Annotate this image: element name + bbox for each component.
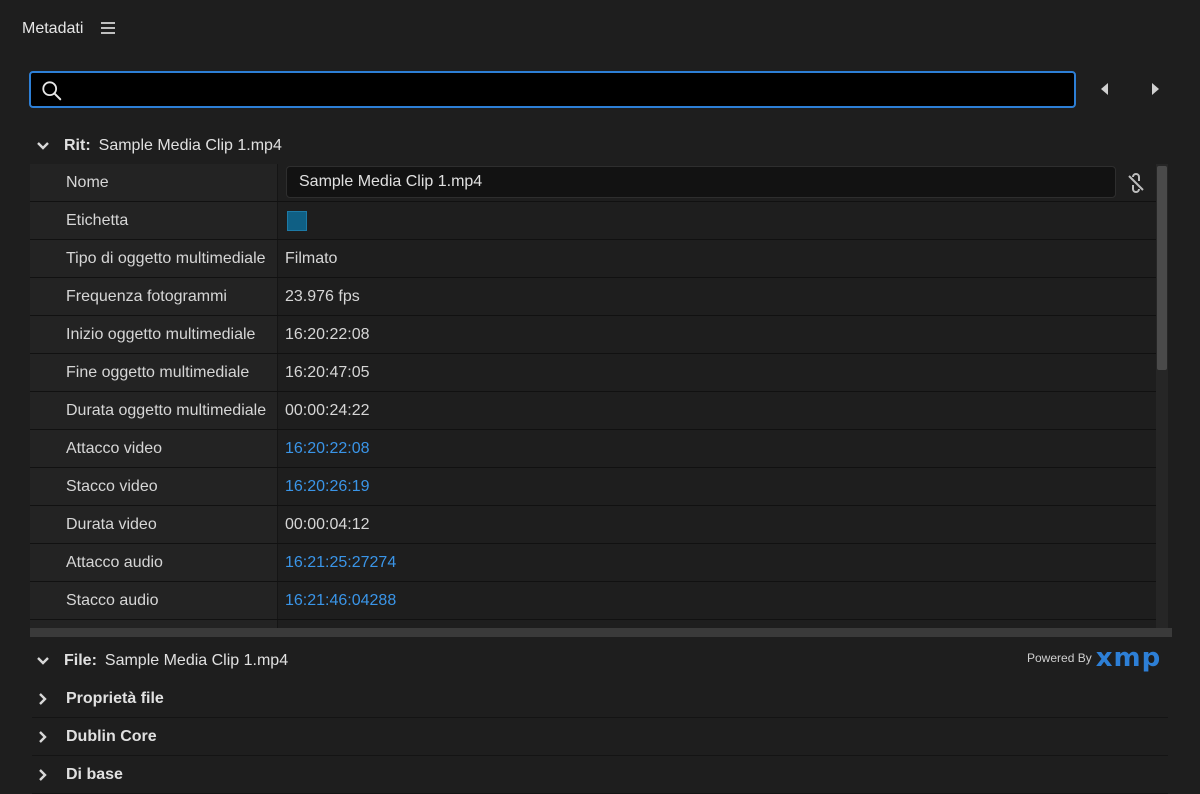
table-row bbox=[30, 620, 1156, 628]
unlink-icon[interactable] bbox=[1126, 173, 1146, 193]
row-value: 00:00:24:22 bbox=[285, 402, 370, 419]
xmp-logo: xmp bbox=[1095, 643, 1162, 673]
file-section-header[interactable]: File: Sample Media Clip 1.mp4 bbox=[32, 644, 1168, 678]
scrollbar-thumb[interactable] bbox=[1157, 166, 1167, 370]
table-row: Frequenza fotogrammi 23.976 fps bbox=[30, 278, 1156, 316]
section-name: Sample Media Clip 1.mp4 bbox=[98, 137, 282, 154]
row-label: Attacco video bbox=[30, 430, 278, 467]
row-label: Stacco video bbox=[30, 468, 278, 505]
table-row: Stacco video 16:20:26:19 bbox=[30, 468, 1156, 506]
timecode-link[interactable]: 16:21:25:27274 bbox=[285, 544, 396, 581]
subsection-label: Proprietà file bbox=[66, 689, 164, 707]
chevron-down-icon bbox=[32, 650, 54, 672]
table-row: Attacco video 16:20:22:08 bbox=[30, 430, 1156, 468]
row-value: Filmato bbox=[285, 250, 338, 267]
panel-header: Metadati bbox=[0, 0, 1200, 58]
row-label: Durata video bbox=[30, 506, 278, 543]
powered-by-label: Powered By bbox=[1027, 651, 1092, 665]
metadata-table: Nome Etichetta Tipo di oggetto multimedi… bbox=[30, 164, 1168, 628]
row-label: Stacco audio bbox=[30, 582, 278, 619]
label-color-swatch[interactable] bbox=[287, 211, 307, 231]
subsection-label: Dublin Core bbox=[66, 727, 157, 745]
section-prefix: File: bbox=[64, 652, 97, 669]
search-field[interactable] bbox=[29, 71, 1076, 108]
row-label: Nome bbox=[30, 164, 278, 201]
row-label: Etichetta bbox=[30, 202, 278, 239]
search-icon bbox=[42, 81, 62, 101]
menu-icon[interactable] bbox=[101, 22, 115, 36]
timecode-link[interactable]: 16:20:26:19 bbox=[285, 468, 370, 505]
row-label-cut bbox=[30, 620, 278, 628]
row-label: Inizio oggetto multimediale bbox=[30, 316, 278, 353]
panel-splitter[interactable] bbox=[30, 628, 1172, 637]
table-row: Nome bbox=[30, 164, 1156, 202]
clip-section-header[interactable]: Rit: Sample Media Clip 1.mp4 bbox=[32, 129, 1168, 163]
table-row: Stacco audio 16:21:46:04288 bbox=[30, 582, 1156, 620]
row-label: Attacco audio bbox=[30, 544, 278, 581]
chevron-down-icon bbox=[32, 135, 54, 157]
table-row: Durata oggetto multimediale 00:00:24:22 bbox=[30, 392, 1156, 430]
subsection-file-properties[interactable]: Proprietà file bbox=[32, 680, 1168, 718]
table-row: Inizio oggetto multimediale 16:20:22:08 bbox=[30, 316, 1156, 354]
chevron-right-icon bbox=[32, 726, 54, 748]
row-label: Tipo di oggetto multimediale bbox=[30, 240, 278, 277]
table-row: Tipo di oggetto multimediale Filmato bbox=[30, 240, 1156, 278]
table-row: Durata video 00:00:04:12 bbox=[30, 506, 1156, 544]
name-field[interactable] bbox=[286, 166, 1116, 198]
table-row: Attacco audio 16:21:25:27274 bbox=[30, 544, 1156, 582]
table-row: Etichetta bbox=[30, 202, 1156, 240]
timecode-link[interactable]: 16:20:22:08 bbox=[285, 430, 370, 467]
row-label: Durata oggetto multimediale bbox=[30, 392, 278, 429]
chevron-right-icon bbox=[32, 688, 54, 710]
timecode-link[interactable]: 16:21:46:04288 bbox=[285, 582, 396, 619]
table-row: Fine oggetto multimediale 16:20:47:05 bbox=[30, 354, 1156, 392]
row-value: 16:20:22:08 bbox=[285, 326, 370, 343]
row-value: 00:00:04:12 bbox=[285, 516, 370, 533]
chevron-right-icon[interactable] bbox=[1146, 80, 1164, 98]
powered-by-xmp: Powered By xmp bbox=[1027, 643, 1162, 673]
section-prefix: Rit: bbox=[64, 137, 91, 154]
row-value: 16:20:47:05 bbox=[285, 364, 370, 381]
panel-title: Metadati bbox=[22, 20, 84, 37]
subsection-basic[interactable]: Di base bbox=[32, 756, 1168, 794]
subsection-dublin-core[interactable]: Dublin Core bbox=[32, 718, 1168, 756]
row-value: 23.976 fps bbox=[285, 288, 360, 305]
row-label: Fine oggetto multimediale bbox=[30, 354, 278, 391]
chevron-left-icon[interactable] bbox=[1096, 80, 1114, 98]
row-label: Frequenza fotogrammi bbox=[30, 278, 278, 315]
section-name: Sample Media Clip 1.mp4 bbox=[104, 652, 289, 669]
